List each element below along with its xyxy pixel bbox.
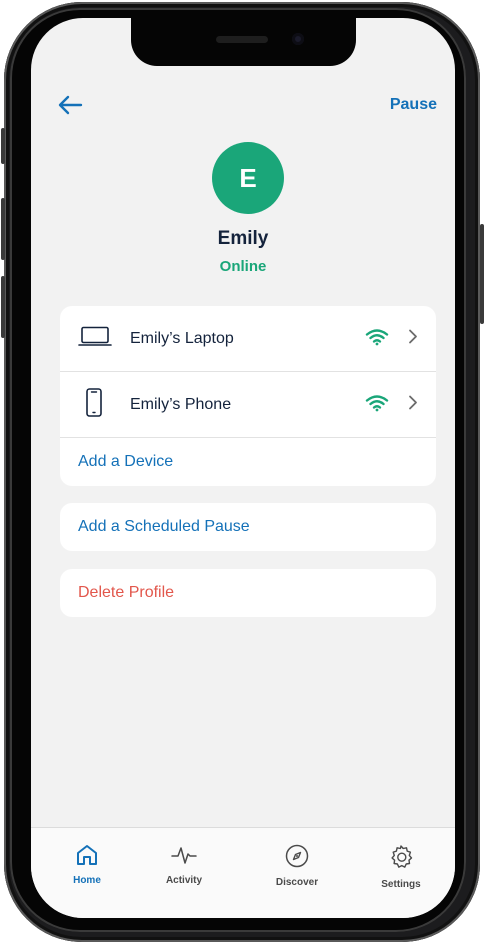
avatar: E [212,142,284,214]
pause-button[interactable]: Pause [390,96,437,114]
speaker-grille [216,36,268,43]
tab-discover[interactable]: Discover [257,844,337,888]
power-button [480,224,484,324]
mute-switch [1,128,5,164]
phone-icon [85,387,103,422]
back-arrow-icon[interactable] [57,94,83,116]
laptop-icon [78,325,112,352]
tab-home[interactable]: Home [47,844,127,886]
tab-settings[interactable]: Settings [361,844,441,890]
tab-label: Home [73,875,101,886]
tab-bar: Home Activity Discover Settings [31,827,455,918]
tab-label: Settings [381,879,421,890]
notch [131,18,356,66]
delete-profile-card: Delete Profile [60,569,436,617]
tab-label: Activity [165,875,203,886]
activity-icon [171,847,197,870]
volume-up-button [1,198,5,260]
tab-label: Discover [275,877,319,888]
compass-icon [285,844,309,872]
device-name: Emily’s Phone [130,395,232,413]
profile-name: Emily [217,228,269,249]
gear-icon [388,845,414,874]
add-scheduled-pause-button[interactable]: Add a Scheduled Pause [60,503,436,551]
front-camera [292,33,304,45]
wifi-icon [365,327,389,350]
scheduled-pause-card: Add a Scheduled Pause [60,503,436,551]
app-screen: Pause E Emily Online Emily’s Laptop Emil… [31,18,455,918]
device-name: Emily’s Laptop [130,329,234,347]
devices-card: Emily’s Laptop Emily’s Phone Add a Devic… [60,306,436,486]
delete-profile-button[interactable]: Delete Profile [60,569,436,617]
wifi-icon [365,393,389,416]
tab-activity[interactable]: Activity [144,844,224,886]
volume-down-button [1,276,5,338]
add-device-button[interactable]: Add a Device [60,438,436,486]
home-icon [75,845,99,870]
status-label: Online [219,258,267,275]
device-row-phone[interactable]: Emily’s Phone [60,372,436,438]
chevron-right-icon [408,328,418,349]
chevron-right-icon [408,394,418,415]
device-row-laptop[interactable]: Emily’s Laptop [60,306,436,372]
